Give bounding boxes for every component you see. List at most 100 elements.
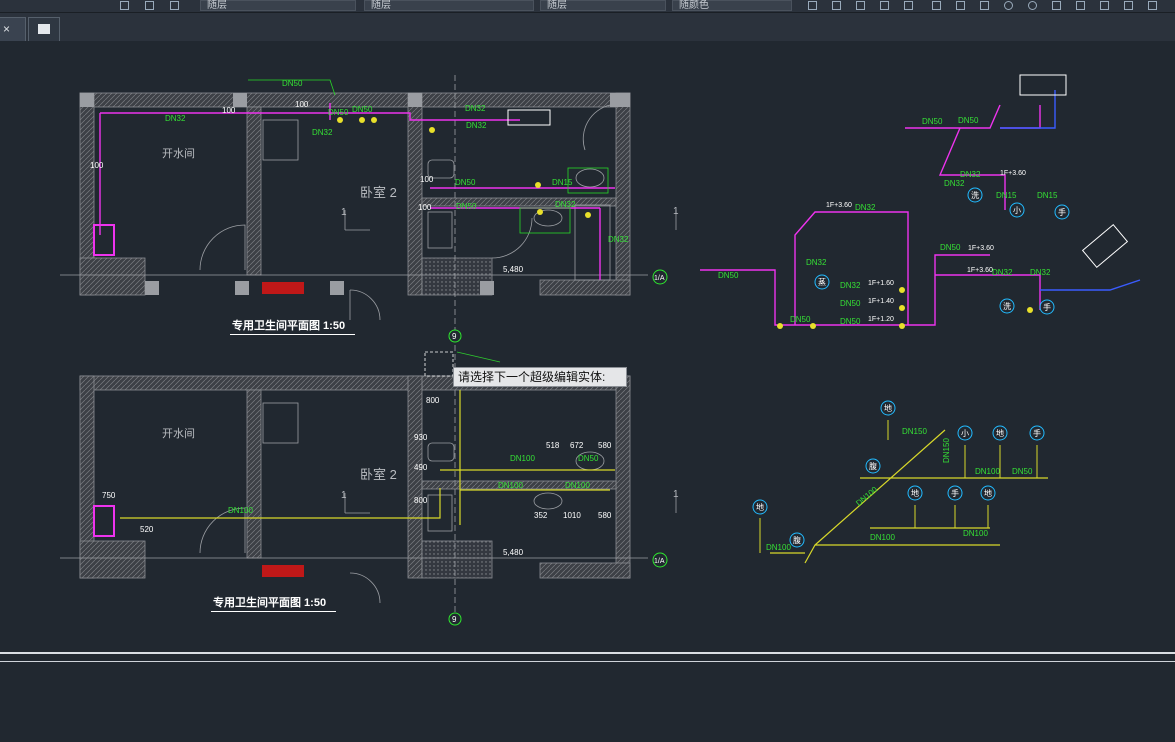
dim-label: 518 xyxy=(546,441,560,450)
iso-pipe-label: DN50 xyxy=(790,315,811,324)
fixture-glyph: 手 xyxy=(1043,302,1051,312)
fixture-glyph: 小 xyxy=(1013,206,1021,215)
axis-label: 1/A xyxy=(654,275,665,282)
iso-pipe-label: DN32 xyxy=(944,179,965,188)
anchor-icon[interactable] xyxy=(904,1,913,10)
axis-label: 1 xyxy=(341,490,347,501)
dim-label: 800 xyxy=(426,396,440,405)
snap-icon[interactable] xyxy=(880,1,889,10)
circle-tool-icon[interactable] xyxy=(1004,1,1013,10)
layer-state-icon[interactable] xyxy=(145,1,154,10)
dim-label: 520 xyxy=(140,525,154,534)
plan-title-underline xyxy=(230,334,355,335)
lineweight-dropdown[interactable]: 随层 xyxy=(540,0,666,11)
plotstyle-dropdown[interactable]: 随颜色 xyxy=(672,0,792,11)
axis-label: 1 xyxy=(673,489,679,500)
pipe-label: DN100 xyxy=(565,481,590,490)
rotate-icon[interactable] xyxy=(1028,1,1037,10)
riser-label: 1F+1.60 xyxy=(868,280,894,287)
dim-label: 672 xyxy=(570,441,584,450)
red-hatch xyxy=(262,282,304,294)
match-layer-icon[interactable] xyxy=(170,1,179,10)
close-icon[interactable]: × xyxy=(3,22,10,36)
color-dropdown[interactable]: 随层 xyxy=(200,0,356,11)
riser-label: 1F+3.60 xyxy=(967,267,993,274)
scale-icon[interactable] xyxy=(1076,1,1085,10)
riser-label: 1F+1.40 xyxy=(868,298,894,305)
room-label: 开水间 xyxy=(162,147,195,160)
pipe-label: DN32 xyxy=(312,128,333,137)
new-tab-button[interactable] xyxy=(28,17,60,41)
linetype-dropdown-label: 随层 xyxy=(371,0,391,11)
block-icon[interactable] xyxy=(832,1,841,10)
lightning-icon[interactable] xyxy=(1052,1,1061,10)
layer-icon[interactable] xyxy=(120,1,129,10)
drawing-svg: DN32 DN50 DN32 DN50 DN50 DN32 DN32 DN50 … xyxy=(60,74,1141,626)
pipe-label: DN50 xyxy=(328,108,349,117)
iso-pipe-label: DN50 xyxy=(840,299,861,308)
pipe-label: DN32 xyxy=(465,104,486,113)
iso-pipe-label: DN32 xyxy=(855,203,876,212)
pipe-label: DN32 xyxy=(165,114,186,123)
drawing-tab[interactable]: × xyxy=(0,17,26,41)
drain-glyph: 地 xyxy=(984,488,992,498)
dim-label: 930 xyxy=(414,433,428,442)
lineweight-dropdown-label: 随层 xyxy=(547,0,567,11)
iso-pipe-label: DN32 xyxy=(960,170,981,179)
fixture-glyph: 蒸 xyxy=(818,277,826,287)
drain-label: DN100 xyxy=(963,529,988,538)
drain-label: DN100 xyxy=(766,543,791,552)
drain-label: DN100 xyxy=(870,533,895,542)
pin-icon[interactable] xyxy=(1100,1,1109,10)
iso-pipe-label: DN50 xyxy=(718,271,739,280)
drain-glyph: 腹 xyxy=(793,535,801,545)
room-label: 卧室 2 xyxy=(360,467,397,482)
axis-label: 9 xyxy=(452,332,457,341)
iso-pipe-label: DN15 xyxy=(996,191,1017,200)
pipe-label: DN50 xyxy=(282,79,303,88)
iso-pipe-label: DN32 xyxy=(992,268,1013,277)
new-drawing-icon xyxy=(38,24,50,34)
drain-glyph: 地 xyxy=(996,428,1004,438)
riser-label: 1F+1.20 xyxy=(868,316,894,323)
dim-label: 750 xyxy=(102,491,116,500)
pipe-label: DN32 xyxy=(555,200,576,209)
linetype-dropdown[interactable]: 随层 xyxy=(364,0,534,11)
ortho-icon[interactable] xyxy=(856,1,865,10)
dim-label: 352 xyxy=(534,511,548,520)
fixture-glyph: 洗 xyxy=(1003,301,1011,311)
drain-label: DN150 xyxy=(942,438,951,463)
pipe-label: DN50 xyxy=(456,202,477,211)
room-label: 开水间 xyxy=(162,427,195,440)
drain-glyph: 腹 xyxy=(869,461,877,471)
pipe-label: DN50 xyxy=(578,454,599,463)
drain-label: DN150 xyxy=(902,427,927,436)
pipe-label: DN32 xyxy=(466,121,487,130)
drain-label: DN100 xyxy=(854,485,879,508)
properties-icon[interactable] xyxy=(932,1,941,10)
pipe-label: DN50 xyxy=(455,178,476,187)
pipe-label: DN100 xyxy=(228,506,253,515)
command-line[interactable] xyxy=(0,652,1175,742)
draw-tool-icon[interactable] xyxy=(808,1,817,10)
fixture-glyph: 手 xyxy=(1058,207,1066,217)
dim-label: 5,480 xyxy=(503,548,524,557)
copy-props-icon[interactable] xyxy=(956,1,965,10)
bottom-plan: DN100 DN100 DN100 DN100 DN50 750 520 800… xyxy=(60,345,679,626)
drain-glyph: 小 xyxy=(961,429,969,438)
plan-title: 专用卫生间平面图 1:50 xyxy=(213,594,326,610)
drawing-canvas[interactable]: DN32 DN50 DN32 DN50 DN50 DN32 DN32 DN50 … xyxy=(0,42,1175,652)
pipe-label: DN100 xyxy=(498,481,523,490)
plan-title-text: 专用卫生间平面图 1:50 xyxy=(213,597,327,609)
pipe-label: DN15 xyxy=(552,178,573,187)
axis-label: 1/A xyxy=(654,558,665,565)
drain-label: DN100 xyxy=(975,467,1000,476)
dim-label: 100 xyxy=(90,161,104,170)
align-icon[interactable] xyxy=(980,1,989,10)
zoom-icon[interactable] xyxy=(1124,1,1133,10)
drain-glyph: 地 xyxy=(756,502,764,512)
pan-icon[interactable] xyxy=(1148,1,1157,10)
pipe-label: DN50 xyxy=(352,105,373,114)
iso-pipe-label: DN50 xyxy=(922,117,943,126)
drain-glyph: 地 xyxy=(911,488,919,498)
